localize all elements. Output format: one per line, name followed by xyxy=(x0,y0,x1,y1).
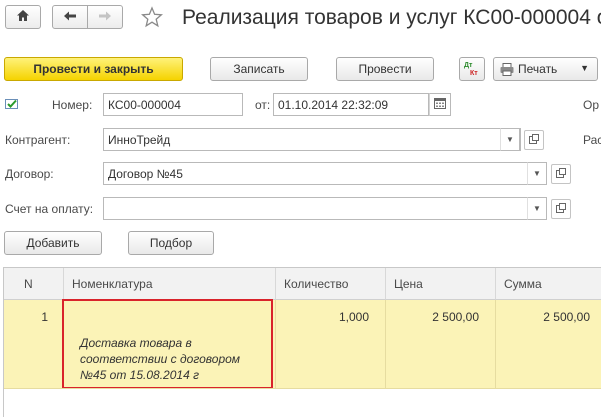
printer-icon xyxy=(500,62,514,76)
home-button[interactable] xyxy=(5,5,41,29)
home-icon xyxy=(16,9,30,25)
content-line: №45 от 15.08.2014 г xyxy=(80,368,199,382)
page-title: Реализация товаров и услуг КС00-000004 о xyxy=(182,6,601,29)
contract-dropdown-button[interactable]: ▼ xyxy=(527,162,547,185)
content-line: Доставка товара в xyxy=(80,336,192,350)
column-header-price[interactable]: Цена xyxy=(386,268,496,300)
date-field[interactable]: 01.10.2014 22:32:09 xyxy=(273,93,429,116)
document-status-icon xyxy=(5,98,19,113)
dt-kt-icon: Дт Кт xyxy=(463,59,481,80)
back-button[interactable] xyxy=(52,5,88,29)
post-and-close-button[interactable]: Провести и закрыть xyxy=(4,57,183,81)
contract-label: Договор: xyxy=(5,167,54,181)
invoice-label: Счет на оплату: xyxy=(5,202,94,216)
number-field[interactable]: КС00-000004 xyxy=(103,93,243,116)
settlement-label: Рас xyxy=(583,133,601,147)
post-button[interactable]: Провести xyxy=(336,57,434,81)
dt-kt-button[interactable]: Дт Кт xyxy=(459,57,485,81)
content-selection-box[interactable]: Доставка товара в соответствии с договор… xyxy=(62,299,273,389)
calendar-button[interactable] xyxy=(429,93,451,116)
invoice-field[interactable] xyxy=(103,197,547,220)
number-label: Номер: xyxy=(52,98,93,112)
column-header-item[interactable]: Номенклатура xyxy=(64,268,276,300)
contract-field[interactable]: Договор №45 xyxy=(103,162,547,185)
forward-button[interactable] xyxy=(87,5,123,29)
open-icon xyxy=(529,133,539,147)
counterparty-dropdown-button[interactable]: ▼ xyxy=(500,128,520,151)
counterparty-open-button[interactable] xyxy=(524,130,544,150)
invoice-dropdown-button[interactable]: ▼ xyxy=(527,197,547,220)
star-icon[interactable] xyxy=(140,6,164,31)
svg-text:Кт: Кт xyxy=(470,70,478,77)
column-header-qty[interactable]: Количество xyxy=(276,268,386,300)
cell-n[interactable]: 1 xyxy=(4,300,64,388)
open-icon xyxy=(556,167,566,181)
print-label: Печать xyxy=(518,62,558,76)
cell-sum[interactable]: 2 500,00 xyxy=(496,300,601,388)
select-button[interactable]: Подбор xyxy=(128,231,214,255)
svg-text:Дт: Дт xyxy=(464,62,473,69)
arrow-left-icon xyxy=(63,9,77,25)
contract-open-button[interactable] xyxy=(551,164,571,184)
counterparty-field[interactable]: ИнноТрейд xyxy=(103,128,521,151)
calendar-icon xyxy=(434,98,446,111)
organization-label: Ор xyxy=(583,98,600,112)
chevron-down-icon: ▼ xyxy=(580,63,589,73)
content-line: соответствии с договором xyxy=(80,352,241,366)
column-header-n[interactable]: N xyxy=(4,268,64,300)
cell-price[interactable]: 2 500,00 xyxy=(386,300,496,388)
column-header-sum[interactable]: Сумма xyxy=(496,268,601,300)
cell-qty[interactable]: 1,000 xyxy=(276,300,386,388)
table-empty-area[interactable] xyxy=(4,388,601,418)
content-text: Доставка товара в соответствии с договор… xyxy=(80,335,240,383)
add-button[interactable]: Добавить xyxy=(4,231,102,255)
date-label: от: xyxy=(255,98,271,112)
print-button[interactable]: Печать ▼ xyxy=(493,57,598,81)
save-button[interactable]: Записать xyxy=(210,57,308,81)
counterparty-label: Контрагент: xyxy=(5,133,71,147)
arrow-right-icon xyxy=(98,9,112,25)
goods-table[interactable]: N Номенклатура Количество Цена Сумма 1 1… xyxy=(3,267,601,418)
open-icon xyxy=(556,202,566,216)
invoice-open-button[interactable] xyxy=(551,199,571,219)
